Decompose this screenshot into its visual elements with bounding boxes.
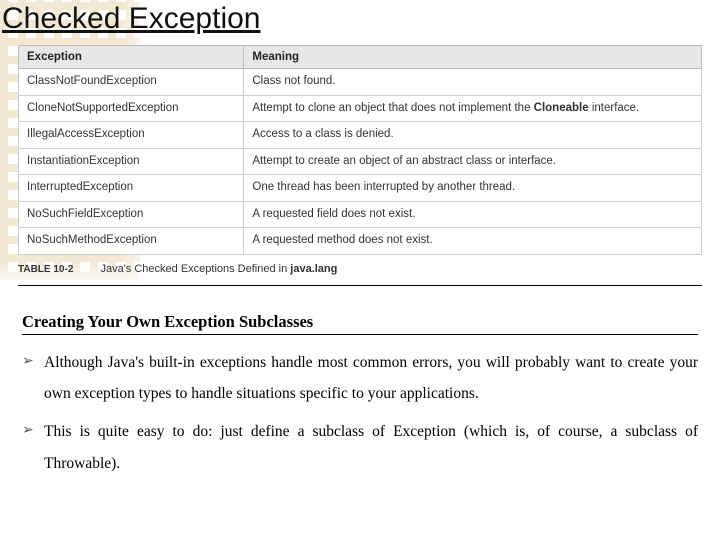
table-row: NoSuchMethodException A requested method… (19, 228, 702, 255)
cell-exception: NoSuchMethodException (19, 228, 244, 255)
page-title: Checked Exception (0, 0, 720, 39)
col-header-exception: Exception (19, 46, 244, 69)
col-header-meaning: Meaning (244, 46, 702, 69)
cell-exception: ClassNotFoundException (19, 69, 244, 96)
table-header-row: Exception Meaning (19, 46, 702, 69)
cell-exception: IllegalAccessException (19, 122, 244, 149)
cell-exception: InstantiationException (19, 148, 244, 175)
exceptions-table: Exception Meaning ClassNotFoundException… (18, 45, 702, 255)
cell-meaning: Access to a class is denied. (244, 122, 702, 149)
bullet-list: Although Java's built-in exceptions hand… (22, 347, 698, 480)
table-row: InterruptedException One thread has been… (19, 175, 702, 202)
cell-exception: NoSuchFieldException (19, 201, 244, 228)
table-row: CloneNotSupportedException Attempt to cl… (19, 95, 702, 122)
cell-meaning: Class not found. (244, 69, 702, 96)
section-own-exceptions: Creating Your Own Exception Subclasses A… (22, 312, 698, 480)
list-item: Although Java's built-in exceptions hand… (22, 347, 698, 411)
table-row: InstantiationException Attempt to create… (19, 148, 702, 175)
table-caption: TABLE 10-2 Java's Checked Exceptions Def… (18, 259, 702, 283)
cell-meaning: One thread has been interrupted by anoth… (244, 175, 702, 202)
caption-underline (18, 285, 702, 286)
cell-meaning: Attempt to clone an object that does not… (244, 95, 702, 122)
cell-meaning: A requested field does not exist. (244, 201, 702, 228)
exceptions-table-wrap: Exception Meaning ClassNotFoundException… (18, 45, 702, 255)
table-caption-text: Java's Checked Exceptions Defined in jav… (100, 263, 337, 275)
cell-meaning: A requested method does not exist. (244, 228, 702, 255)
cell-meaning: Attempt to create an object of an abstra… (244, 148, 702, 175)
table-row: NoSuchFieldException A requested field d… (19, 201, 702, 228)
list-item: This is quite easy to do: just define a … (22, 416, 698, 480)
table-row: ClassNotFoundException Class not found. (19, 69, 702, 96)
cell-exception: InterruptedException (19, 175, 244, 202)
table-row: IllegalAccessException Access to a class… (19, 122, 702, 149)
table-caption-label: TABLE 10-2 (18, 264, 96, 275)
section-heading: Creating Your Own Exception Subclasses (22, 312, 698, 335)
cell-exception: CloneNotSupportedException (19, 95, 244, 122)
